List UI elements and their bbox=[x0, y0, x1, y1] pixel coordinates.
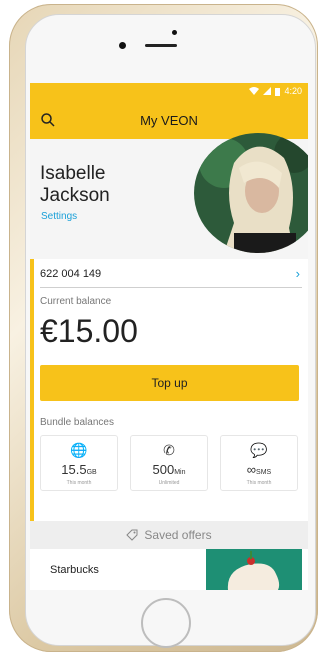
account-number: 622 004 149 bbox=[40, 268, 102, 280]
battery-icon bbox=[275, 87, 281, 96]
accent-bar bbox=[30, 259, 34, 521]
user-last-name: Jackson bbox=[40, 185, 110, 206]
bundle-minutes-note: Unlimited bbox=[158, 480, 180, 486]
app-screen: 4:20 My VEON Isabelle Jackson Settings 6… bbox=[30, 83, 308, 590]
saved-offers-label: Saved offers bbox=[144, 528, 212, 542]
bundle-sms-value: ∞ bbox=[246, 462, 257, 477]
account-number-row[interactable]: 622 004 149 › bbox=[40, 261, 302, 288]
tag-icon bbox=[126, 529, 138, 541]
user-first-name: Isabelle bbox=[40, 163, 106, 184]
brand-logo: My VEON bbox=[140, 113, 198, 128]
phone-icon: ✆ bbox=[163, 442, 175, 458]
bundle-balances-label: Bundle balances bbox=[40, 417, 114, 428]
bundle-sms-note: This month bbox=[246, 480, 272, 486]
message-icon: 💬 bbox=[250, 442, 268, 458]
bundle-data-value: 15.5 bbox=[61, 462, 87, 477]
globe-icon: 🌐 bbox=[70, 442, 88, 458]
wifi-icon bbox=[249, 87, 260, 95]
home-button[interactable] bbox=[141, 598, 191, 648]
front-camera-icon bbox=[119, 42, 126, 49]
top-up-button[interactable]: Top up bbox=[40, 365, 299, 401]
offer-image bbox=[206, 549, 302, 590]
settings-link[interactable]: Settings bbox=[41, 211, 77, 222]
bundle-minutes-value: 500 bbox=[152, 462, 175, 477]
signal-icon bbox=[263, 87, 272, 95]
bundle-sms-tile[interactable]: 💬 ∞SMS This month bbox=[220, 435, 298, 491]
offer-name: Starbucks bbox=[50, 564, 99, 576]
bundle-data-note: This month bbox=[66, 480, 92, 486]
balance-label: Current balance bbox=[40, 296, 112, 307]
balance-amount: €15.00 bbox=[40, 313, 138, 349]
bundle-sms-unit: SMS bbox=[256, 469, 272, 476]
saved-offers-header[interactable]: Saved offers bbox=[30, 521, 308, 549]
profile-header: Isabelle Jackson Settings bbox=[30, 133, 308, 259]
sensor-icon bbox=[172, 30, 177, 35]
status-bar: 4:20 bbox=[30, 83, 308, 101]
profile-photo[interactable] bbox=[194, 133, 308, 253]
bundle-data-tile[interactable]: 🌐 15.5GB This month bbox=[40, 435, 118, 491]
phone-speaker bbox=[145, 44, 177, 47]
bundle-minutes-unit: Min bbox=[174, 469, 186, 476]
user-name: Isabelle Jackson bbox=[40, 163, 110, 207]
chevron-right-icon: › bbox=[295, 266, 300, 281]
offer-card[interactable]: Starbucks bbox=[30, 549, 308, 590]
bundle-data-unit: GB bbox=[86, 469, 97, 476]
bundle-minutes-tile[interactable]: ✆ 500Min Unlimited bbox=[130, 435, 208, 491]
status-time: 4:20 bbox=[284, 86, 302, 96]
